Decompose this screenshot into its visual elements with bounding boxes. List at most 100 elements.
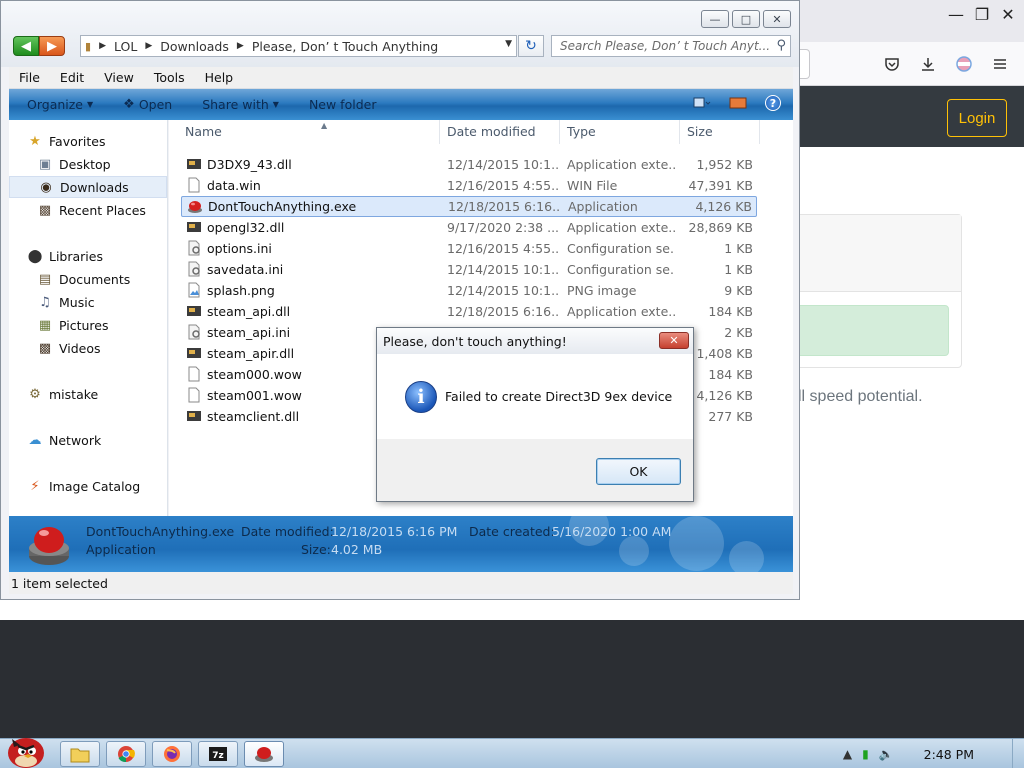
file-row[interactable]: D3DX9_43.dll 12/14/2015 10:1... Applicat… <box>181 154 757 175</box>
file-date: 12/16/2015 4:55... <box>447 241 559 256</box>
file-row[interactable]: splash.png 12/14/2015 10:1... PNG image … <box>181 280 757 301</box>
nav-mistake[interactable]: ⚙ mistake <box>9 383 167 405</box>
restore-icon[interactable]: ❐ <box>970 3 994 25</box>
file-type: Configuration se... <box>567 262 675 277</box>
column-header-size[interactable]: Size <box>687 124 713 139</box>
column-header-date-modified[interactable]: Date modified <box>447 124 536 139</box>
download-icon[interactable] <box>916 52 940 76</box>
search-input[interactable]: Search Please, Don’ t Touch Anyt... ⚲ <box>551 35 791 57</box>
breadcrumb-chevron-icon[interactable]: ▶ <box>145 41 152 51</box>
nav-videos[interactable]: ▩ Videos <box>9 337 167 359</box>
dll-icon <box>186 219 202 235</box>
nav-libraries[interactable]: ⬤ Libraries <box>9 245 167 267</box>
taskbar-donttouchanything[interactable] <box>244 741 284 767</box>
nav-pictures[interactable]: ▦ Pictures <box>9 314 167 336</box>
column-header-type[interactable]: Type <box>567 124 596 139</box>
file-type: Application <box>568 199 638 214</box>
close-button[interactable]: ✕ <box>763 10 791 28</box>
minimize-icon[interactable]: — <box>944 3 968 25</box>
nav-music[interactable]: ♫ Music <box>9 291 167 313</box>
back-button[interactable]: ◀ <box>13 36 39 56</box>
help-icon[interactable]: ? <box>765 95 781 111</box>
menu-icon[interactable] <box>988 52 1012 76</box>
forward-button[interactable]: ▶ <box>39 36 65 56</box>
videos-icon: ▩ <box>38 340 52 356</box>
breadcrumb-chevron-icon[interactable]: ▶ <box>99 41 106 51</box>
nav-label: Documents <box>59 271 131 287</box>
tray-expand-icon[interactable]: ▲ <box>843 747 852 761</box>
column-header-name[interactable]: Name ▲ <box>185 121 327 139</box>
nav-favorites[interactable]: ★ Favorites <box>9 130 167 152</box>
content-card <box>790 214 962 368</box>
show-desktop-button[interactable] <box>1012 739 1024 768</box>
open-button[interactable]: ❖ Open <box>123 97 172 112</box>
file-date: 12/18/2015 6:16... <box>448 199 560 214</box>
nav-desktop[interactable]: ▣ Desktop <box>9 153 167 175</box>
file-row-selected[interactable]: DontTouchAnything.exe 12/18/2015 6:16...… <box>181 196 757 217</box>
volume-icon[interactable]: 🔈 <box>879 747 894 761</box>
change-view-icon[interactable] <box>693 95 711 111</box>
nav-label: Pictures <box>59 317 109 333</box>
new-folder-button[interactable]: New folder <box>309 97 377 112</box>
column-divider[interactable] <box>679 120 680 144</box>
share-with-button[interactable]: Share with ▼ <box>202 97 279 112</box>
nav-network[interactable]: ☁ Network <box>9 429 167 451</box>
explorer-frame <box>1 1 799 67</box>
breadcrumb-current-folder[interactable]: Please, Don’ t Touch Anything <box>252 39 438 54</box>
file-row[interactable]: steam_api.dll 12/18/2015 6:16... Applica… <box>181 301 757 322</box>
login-button[interactable]: Login <box>947 99 1007 137</box>
taskbar-firefox[interactable] <box>152 741 192 767</box>
file-row[interactable]: savedata.ini 12/14/2015 10:1... Configur… <box>181 259 757 280</box>
breadcrumb-downloads[interactable]: Downloads <box>160 39 229 54</box>
menu-view[interactable]: View <box>94 70 144 85</box>
7zip-icon: 7z <box>209 747 227 761</box>
file-name: splash.png <box>207 283 275 298</box>
file-date: 12/16/2015 4:55... <box>447 178 559 193</box>
menu-tools[interactable]: Tools <box>144 70 195 85</box>
menu-help[interactable]: Help <box>195 70 244 85</box>
search-icon[interactable]: ⚲ <box>776 38 786 53</box>
file-icon <box>186 177 202 193</box>
column-divider[interactable] <box>559 120 560 144</box>
column-divider[interactable] <box>439 120 440 144</box>
minimize-button[interactable]: — <box>701 10 729 28</box>
file-row[interactable]: opengl32.dll 9/17/2020 2:38 ... Applicat… <box>181 217 757 238</box>
menu-edit[interactable]: Edit <box>50 70 94 85</box>
nav-downloads[interactable]: ◉ Downloads <box>9 176 167 198</box>
taskbar-7zip[interactable]: 7z <box>198 741 238 767</box>
organize-button[interactable]: Organize ▼ <box>27 97 93 112</box>
ok-button[interactable]: OK <box>596 458 681 485</box>
refresh-button[interactable]: ↻ <box>518 35 544 57</box>
info-icon: i <box>405 381 437 413</box>
close-icon[interactable]: ✕ <box>996 3 1020 25</box>
nav-image-catalog[interactable]: ⚡ Image Catalog <box>9 475 167 497</box>
battery-icon[interactable]: ▮ <box>862 747 869 761</box>
clock[interactable]: 2:48 PM <box>924 747 974 762</box>
file-row[interactable]: data.win 12/16/2015 4:55... WIN File 47,… <box>181 175 757 196</box>
nav-label: Favorites <box>49 133 106 149</box>
breadcrumb-chevron-icon[interactable]: ▶ <box>237 41 244 51</box>
taskbar-chrome[interactable] <box>106 741 146 767</box>
taskbar-explorer[interactable] <box>60 741 100 767</box>
dialog-close-button[interactable]: ✕ <box>659 332 689 349</box>
menu-file[interactable]: File <box>9 70 50 85</box>
column-divider[interactable] <box>759 120 760 144</box>
svg-text:7z: 7z <box>212 751 224 761</box>
nav-documents[interactable]: ▤ Documents <box>9 268 167 290</box>
file-row[interactable]: options.ini 12/16/2015 4:55... Configura… <box>181 238 757 259</box>
command-bar: Organize ▼ ❖ Open Share with ▼ New folde… <box>9 89 793 120</box>
file-name: steam001.wow <box>207 388 302 403</box>
start-button[interactable] <box>2 731 52 768</box>
error-dialog: Please, don't touch anything! ✕ i Failed… <box>376 327 694 502</box>
file-name: steam_apir.dll <box>207 346 295 361</box>
preview-pane-icon[interactable] <box>729 95 747 111</box>
address-bar[interactable]: ▮ ▶ LOL ▶ Downloads ▶ Please, Don’ t Tou… <box>80 35 517 57</box>
nav-label: Network <box>49 432 102 448</box>
nav-label: Recent Places <box>59 202 146 218</box>
pocket-icon[interactable] <box>880 52 904 76</box>
breadcrumb-lol[interactable]: LOL <box>114 39 137 54</box>
nav-recent-places[interactable]: ▩ Recent Places <box>9 199 167 221</box>
address-dropdown-icon[interactable]: ▼ <box>505 39 512 49</box>
maximize-button[interactable]: □ <box>732 10 760 28</box>
account-icon[interactable] <box>952 52 976 76</box>
